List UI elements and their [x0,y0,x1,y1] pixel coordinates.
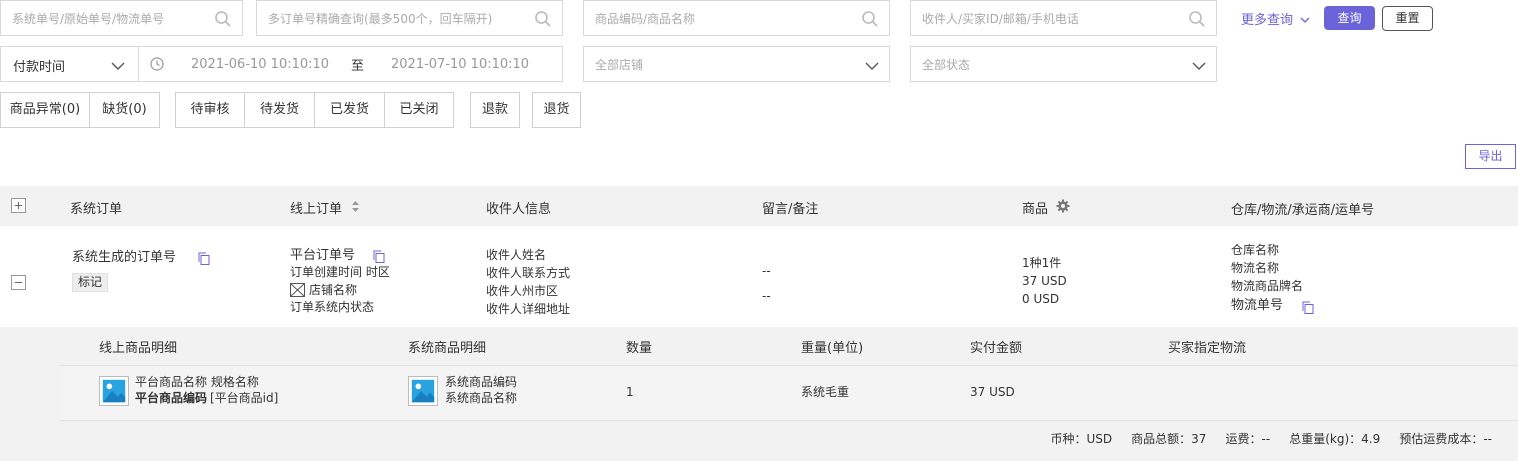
order-system-status: 订单系统内状态 [290,300,375,314]
item-paid-amount: 37 USD [970,385,1015,399]
recipient-region: 收件人州市区 [486,284,559,298]
store-select-value: 全部店铺 [595,58,644,72]
tab-shipped[interactable]: 已发货 [314,92,385,128]
chevron-down-icon [865,62,879,70]
more-query-label: 更多查询 [1241,13,1294,28]
detail-item-row: 平台商品名称 规格名称 平台商品编码 [平台商品id] 系统商品编码 系统商品名… [60,365,1518,421]
header-message: 留言/备注 [762,202,819,217]
header-recipient: 收件人信息 [486,202,552,217]
tab-goods-abnormal[interactable]: 商品异常(0) [0,92,90,128]
gear-icon[interactable] [1056,199,1070,213]
system-order-number[interactable]: 系统生成的订单号 [72,249,176,266]
date-start[interactable]: 2021-06-10 10:10:10 [191,57,329,72]
detail-header-online-goods: 线上商品明细 [99,341,178,356]
image-placeholder-icon [99,376,129,406]
detail-header-weight: 重量(单位) [801,341,864,356]
order-create-time: 订单创建时间 时区 [290,265,390,279]
chevron-down-icon [1192,62,1206,70]
date-end[interactable]: 2021-07-10 10:10:10 [391,57,529,72]
search-icon[interactable] [861,10,879,28]
store-name: 店铺名称 [309,283,358,297]
platform-goods-name: 平台商品名称 规格名称 [135,375,259,389]
recipient-search-placeholder: 收件人/买家ID/邮箱/手机电话 [922,12,1079,26]
copy-icon[interactable] [198,252,210,265]
search-order-number-input[interactable]: 系统单号/原始单号/物流单号 [0,0,243,36]
tab-return[interactable]: 退货 [532,92,581,128]
logistics-brand: 物流商品牌名 [1231,279,1304,293]
store-select[interactable]: 全部店铺 [583,46,890,82]
warehouse-name: 仓库名称 [1231,243,1280,257]
multi-order-search-input[interactable]: 多订单号精确查询(最多500个，回车隔开) [256,0,563,36]
status-select[interactable]: 全部状态 [910,46,1217,82]
recipient-contact: 收件人联系方式 [486,266,571,280]
multi-order-search-placeholder: 多订单号精确查询(最多500个，回车隔开) [268,12,493,26]
tab-pending-ship[interactable]: 待发货 [244,92,315,128]
image-placeholder-icon [408,376,438,406]
recipient-search-input[interactable]: 收件人/买家ID/邮箱/手机电话 [910,0,1217,36]
more-query-link[interactable]: 更多查询 [1241,9,1310,28]
tab-closed[interactable]: 已关闭 [384,92,454,128]
date-separator: 至 [351,59,365,74]
goods-count: 1种1件 [1022,256,1062,270]
recipient-name: 收件人姓名 [486,248,547,262]
copy-icon[interactable] [373,250,385,263]
header-online-order: 线上订单 [290,202,343,217]
query-button[interactable]: 查询 [1324,6,1375,30]
status-select-value: 全部状态 [922,58,971,72]
sort-icon[interactable] [351,200,360,213]
goods-search-placeholder: 商品编码/商品名称 [595,12,696,26]
order-detail-panel: 线上商品明细 系统商品明细 数量 重量(单位) 实付金额 买家指定物流 平台商品… [0,327,1518,461]
reset-button[interactable]: 重置 [1382,6,1433,31]
detail-header-system-goods: 系统商品明细 [408,341,487,356]
seller-remark: -- [762,289,771,303]
item-quantity: 1 [626,385,634,399]
order-row: 系统生成的订单号 标记 平台订单号 订单创建时间 时区 店铺名称 订单系统内状态… [0,226,1518,327]
order-summary: 币种：USD 商品总额：37 运费：-- 总重量(kg)：4.9 预估运费成本：… [1050,432,1492,446]
header-logistics: 仓库/物流/承运商/运单号 [1231,203,1375,218]
detail-header-paid: 实付金额 [970,341,1023,356]
chevron-down-icon [1300,17,1310,23]
system-goods-name: 系统商品名称 [445,391,518,405]
search-icon[interactable] [534,10,552,28]
tab-pending-review[interactable]: 待审核 [175,92,245,128]
tab-shortage[interactable]: 缺货(0) [89,92,160,128]
export-button[interactable]: 导出 [1465,144,1516,169]
search-icon[interactable] [214,10,232,28]
time-type-select[interactable]: 付款时间 [0,46,139,82]
platform-goods-id: [平台商品id] [210,391,279,405]
platform-goods-code: 平台商品编码 [135,391,208,405]
date-range-picker[interactable]: 2021-06-10 10:10:10 至 2021-07-10 10:10:1… [138,46,563,82]
time-type-value: 付款时间 [13,60,66,75]
clock-icon [150,57,164,71]
goods-amount: 37 USD [1022,274,1067,288]
tag-badge[interactable]: 标记 [72,273,109,292]
platform-order-number[interactable]: 平台订单号 [290,247,355,264]
copy-icon[interactable] [1302,301,1314,314]
recipient-address: 收件人详细地址 [486,302,571,316]
goods-search-input[interactable]: 商品编码/商品名称 [583,0,890,36]
tracking-number[interactable]: 物流单号 [1231,297,1283,314]
collapse-icon[interactable] [11,275,26,290]
item-weight: 系统毛重 [801,385,850,399]
header-system-order: 系统订单 [70,202,123,217]
header-goods: 商品 [1022,202,1049,217]
store-icon [290,283,305,297]
detail-header-quantity: 数量 [626,341,653,356]
buyer-message: -- [762,264,771,278]
logistics-name: 物流名称 [1231,261,1280,275]
chevron-down-icon [111,62,125,70]
table-header: 系统订单 线上订单 收件人信息 留言/备注 商品 仓库/物流/承运商/运单号 [0,186,1518,226]
tab-refund[interactable]: 退款 [470,92,520,128]
expand-all-icon[interactable] [11,198,26,213]
detail-header-buyer-logistics: 买家指定物流 [1168,341,1247,356]
search-icon[interactable] [1188,10,1206,28]
search-order-number-placeholder: 系统单号/原始单号/物流单号 [12,12,165,26]
system-goods-code: 系统商品编码 [445,375,518,389]
goods-other-amount: 0 USD [1022,292,1060,306]
